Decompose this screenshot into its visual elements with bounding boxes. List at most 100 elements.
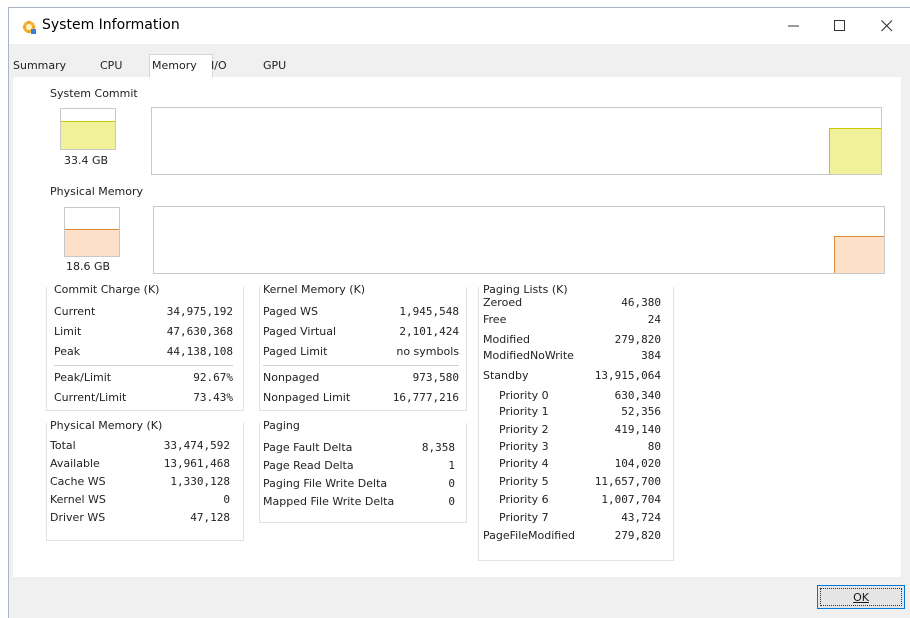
title-bar[interactable]: System Information bbox=[9, 8, 910, 44]
commit-peak-key: Peak bbox=[54, 345, 81, 358]
tab-gpu[interactable]: GPU bbox=[263, 59, 286, 72]
paging-list-value: 630,340 bbox=[614, 389, 661, 402]
memory-tab-panel: System Commit 33.4 GB Physical Memory 1 8… bbox=[13, 77, 901, 577]
system-commit-value: 33.4 GB bbox=[64, 154, 109, 167]
km-divider bbox=[263, 365, 459, 366]
paging-list-value: 104,020 bbox=[614, 457, 661, 470]
commit-current-key: Current bbox=[54, 305, 96, 318]
commit-current-value: 34,975,192 bbox=[166, 305, 233, 318]
maximize-button[interactable] bbox=[817, 8, 863, 44]
paging-list-key: Zeroed bbox=[483, 296, 523, 309]
system-commit-graph-fill bbox=[829, 127, 881, 174]
paging-list-key: Priority 5 bbox=[499, 475, 549, 488]
pm-cache-ws-key: Cache WS bbox=[50, 475, 106, 488]
commit-current-limit-row: Current/Limit 73.43% bbox=[54, 391, 233, 407]
tab-summary[interactable]: Summary bbox=[13, 59, 66, 72]
paging-read-delta-row: Page Read Delta 1 bbox=[263, 459, 455, 475]
pm-driver-ws-row: Driver WS 47,128 bbox=[50, 511, 230, 527]
window-title: System Information bbox=[42, 17, 180, 33]
paging-list-key: Priority 2 bbox=[499, 423, 549, 436]
physical-memory-graph-label: Physical Memory bbox=[50, 185, 143, 198]
system-commit-meter-fill bbox=[61, 121, 115, 149]
commit-peak-row: Peak 44,138,108 bbox=[54, 345, 233, 361]
paging-list-row: Standby 13,915,064 bbox=[483, 369, 661, 385]
system-commit-meter bbox=[60, 108, 116, 150]
pm-total-row: Total 33,474,592 bbox=[50, 439, 230, 455]
km-paged-ws-value: 1,945,548 bbox=[399, 305, 459, 318]
km-paged-virtual-value: 2,101,424 bbox=[399, 325, 459, 338]
physical-memory-graph-fill bbox=[834, 236, 884, 273]
paging-list-value: 43,724 bbox=[621, 511, 661, 524]
minimize-button[interactable] bbox=[771, 8, 817, 44]
paging-list-row: Priority 1 52,356 bbox=[483, 405, 661, 421]
paging-file-write-delta-key: Paging File Write Delta bbox=[263, 477, 388, 490]
paging-fault-delta-key: Page Fault Delta bbox=[263, 441, 353, 454]
commit-peak-limit-row: Peak/Limit 92.67% bbox=[54, 371, 233, 387]
tab-io[interactable]: I/O bbox=[211, 59, 227, 72]
pm-kernel-ws-key: Kernel WS bbox=[50, 493, 106, 506]
km-paged-virtual-key: Paged Virtual bbox=[263, 325, 337, 338]
km-nonpaged-limit-key: Nonpaged Limit bbox=[263, 391, 351, 404]
paging-list-key: Priority 7 bbox=[499, 511, 549, 524]
paging-fault-delta-row: Page Fault Delta 8,358 bbox=[263, 441, 455, 457]
commit-peak-limit-value: 92.67% bbox=[193, 371, 233, 384]
paging-list-value: 11,657,700 bbox=[594, 475, 661, 488]
system-commit-label: System Commit bbox=[50, 87, 138, 100]
commit-limit-key: Limit bbox=[54, 325, 82, 338]
paging-file-write-delta-row: Paging File Write Delta 0 bbox=[263, 477, 455, 493]
km-nonpaged-value: 973,580 bbox=[412, 371, 459, 384]
paging-list-value: 13,915,064 bbox=[594, 369, 661, 382]
paging-list-value: 384 bbox=[641, 349, 661, 362]
commit-current-limit-key: Current/Limit bbox=[54, 391, 127, 404]
km-paged-limit-row: Paged Limit no symbols bbox=[263, 345, 459, 361]
km-paged-limit-key: Paged Limit bbox=[263, 345, 328, 358]
app-icon bbox=[22, 20, 36, 34]
paging-list-key: Priority 1 bbox=[499, 405, 549, 418]
ok-button[interactable]: OK bbox=[817, 585, 905, 609]
paging-list-value: 279,820 bbox=[614, 333, 661, 346]
paging-list-row: Priority 6 1,007,704 bbox=[483, 493, 661, 509]
pm-kernel-ws-value: 0 bbox=[223, 493, 230, 506]
paging-list-key: Standby bbox=[483, 369, 529, 382]
commit-limit-value: 47,630,368 bbox=[166, 325, 233, 338]
close-button[interactable] bbox=[864, 8, 910, 44]
km-paged-virtual-row: Paged Virtual 2,101,424 bbox=[263, 325, 459, 341]
kernel-memory-label: Kernel Memory (K) bbox=[263, 283, 369, 296]
paging-list-value: 1,007,704 bbox=[601, 493, 661, 506]
commit-current-row: Current 34,975,192 bbox=[54, 305, 233, 321]
mapped-file-write-delta-row: Mapped File Write Delta 0 bbox=[263, 495, 455, 511]
close-icon bbox=[881, 20, 893, 32]
physical-memory-graph bbox=[153, 206, 885, 274]
pm-driver-ws-value: 47,128 bbox=[190, 511, 230, 524]
paging-list-key: ModifiedNoWrite bbox=[483, 349, 574, 362]
paging-read-delta-value: 1 bbox=[448, 459, 455, 472]
physical-memory-meter bbox=[64, 207, 120, 257]
km-nonpaged-limit-value: 16,777,216 bbox=[392, 391, 459, 404]
paging-list-key: Priority 6 bbox=[499, 493, 549, 506]
commit-charge-label: Commit Charge (K) bbox=[54, 283, 163, 296]
commit-peak-limit-key: Peak/Limit bbox=[54, 371, 112, 384]
paging-list-key: PageFileModified bbox=[483, 529, 575, 542]
maximize-icon bbox=[834, 20, 845, 31]
paging-list-row: Priority 3 80 bbox=[483, 440, 661, 456]
pm-available-row: Available 13,961,468 bbox=[50, 457, 230, 473]
pm-kernel-ws-row: Kernel WS 0 bbox=[50, 493, 230, 509]
minimize-icon bbox=[788, 25, 799, 27]
pm-total-value: 33,474,592 bbox=[163, 439, 230, 452]
system-information-window: System Information Summary CPU Memory I/… bbox=[8, 7, 910, 618]
tab-memory[interactable]: Memory bbox=[152, 59, 197, 72]
paging-label: Paging bbox=[263, 419, 303, 432]
paging-list-key: Priority 4 bbox=[499, 457, 549, 470]
commit-divider bbox=[54, 365, 233, 366]
km-paged-ws-row: Paged WS 1,945,548 bbox=[263, 305, 459, 321]
paging-lists-label: Paging Lists (K) bbox=[483, 283, 571, 296]
mapped-file-write-delta-key: Mapped File Write Delta bbox=[263, 495, 395, 508]
pm-available-value: 13,961,468 bbox=[163, 457, 230, 470]
system-commit-graph bbox=[151, 107, 882, 175]
paging-fault-delta-value: 8,358 bbox=[421, 441, 455, 454]
paging-file-write-delta-value: 0 bbox=[448, 477, 455, 490]
mapped-file-write-delta-value: 0 bbox=[448, 495, 455, 508]
km-nonpaged-limit-row: Nonpaged Limit 16,777,216 bbox=[263, 391, 459, 407]
tab-cpu[interactable]: CPU bbox=[100, 59, 122, 72]
paging-list-key: Priority 0 bbox=[499, 389, 549, 402]
